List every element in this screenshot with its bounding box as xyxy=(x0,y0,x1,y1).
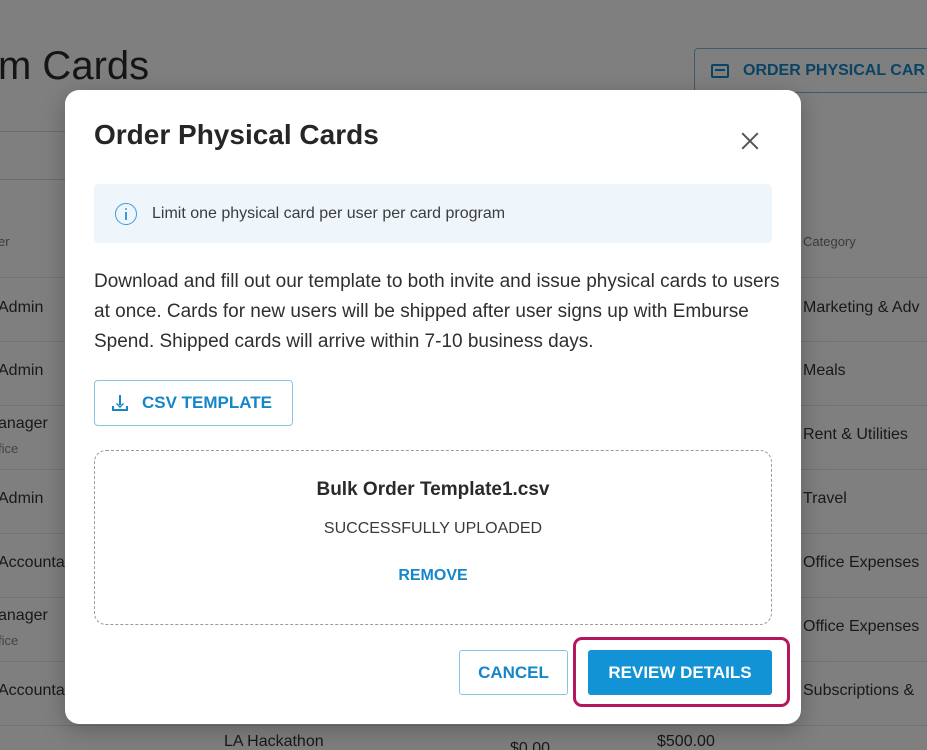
upload-dropzone[interactable]: Bulk Order Template1.csv SUCCESSFULLY UP… xyxy=(94,450,772,625)
uploaded-file-name: Bulk Order Template1.csv xyxy=(316,479,550,500)
upload-status: SUCCESSFULLY UPLOADED xyxy=(323,520,543,537)
download-icon xyxy=(112,395,128,411)
remove-file-link[interactable]: REMOVE xyxy=(95,567,771,585)
cancel-button[interactable]: CANCEL xyxy=(459,650,568,695)
info-text: Limit one physical card per user per car… xyxy=(152,204,506,222)
close-icon[interactable] xyxy=(737,128,763,154)
info-banner: Limit one physical card per user per car… xyxy=(94,184,772,243)
modal-description: Download and fill out our template to bo… xyxy=(94,271,780,352)
annotation-highlight xyxy=(573,637,790,707)
modal-title: Order Physical Cards xyxy=(94,119,379,150)
order-physical-cards-modal: Order Physical Cards Limit one physical … xyxy=(65,90,801,724)
csv-template-button[interactable]: CSV TEMPLATE xyxy=(94,380,293,426)
csv-template-label: CSV TEMPLATE xyxy=(142,393,273,412)
info-icon xyxy=(115,202,137,225)
